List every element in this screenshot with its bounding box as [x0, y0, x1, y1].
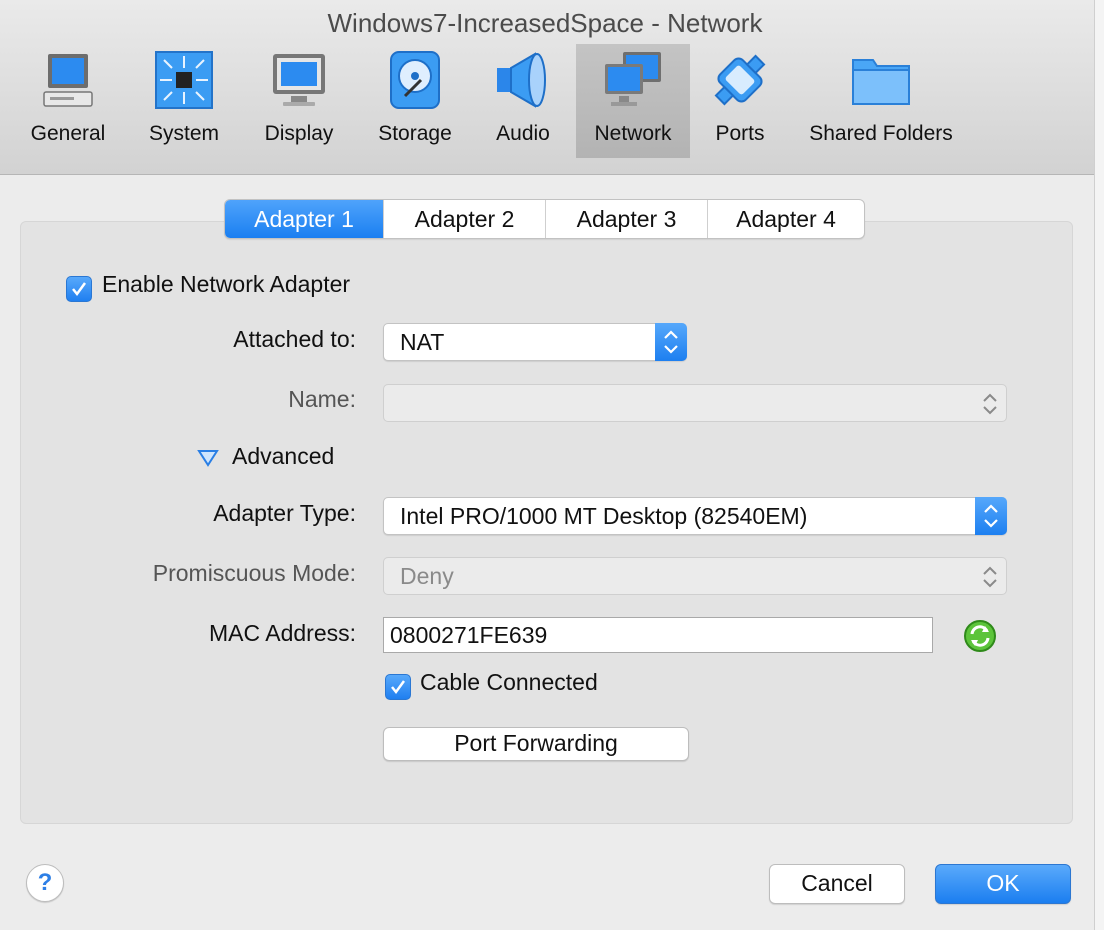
- ok-button[interactable]: OK: [935, 864, 1071, 904]
- promiscuous-mode-label: Promiscuous Mode:: [152, 560, 356, 586]
- name-label: Name:: [288, 386, 356, 412]
- mac-address-input[interactable]: 0800271FE639: [383, 617, 933, 653]
- toolbar-item-ports[interactable]: Ports: [704, 44, 776, 158]
- refresh-mac-icon[interactable]: [963, 619, 997, 653]
- network-icon: [605, 52, 661, 106]
- toolbar-item-label: Network: [594, 122, 672, 145]
- advanced-label[interactable]: Advanced: [232, 443, 334, 470]
- popup-arrows-icon: [983, 566, 997, 588]
- toolbar-item-label: Ports: [715, 122, 765, 145]
- checkmark-icon: [72, 282, 87, 297]
- settings-toolbar: Windows7-IncreasedSpace - Network Genera…: [0, 0, 1095, 175]
- adapter-type-value: Intel PRO/1000 MT Desktop (82540EM): [400, 503, 808, 529]
- mac-address-label: MAC Address:: [209, 620, 356, 646]
- tab-adapter-2[interactable]: Adapter 2: [384, 200, 546, 238]
- mac-address-value: 0800271FE639: [390, 622, 548, 648]
- toolbar-item-label: Display: [264, 122, 334, 145]
- adapter-type-label: Adapter Type:: [213, 500, 356, 526]
- help-button[interactable]: ?: [26, 864, 64, 902]
- folder-icon: [852, 59, 910, 105]
- enable-adapter-label: Enable Network Adapter: [102, 271, 351, 297]
- cancel-button[interactable]: Cancel: [769, 864, 905, 904]
- speaker-icon: [497, 52, 546, 108]
- popup-arrows-icon: [975, 497, 1007, 535]
- toolbar-item-label: Shared Folders: [809, 122, 953, 145]
- name-select[interactable]: [383, 384, 1007, 422]
- toolbar-item-audio[interactable]: Audio: [488, 44, 558, 158]
- toolbar-item-label: System: [148, 122, 219, 145]
- promiscuous-mode-select[interactable]: Deny: [383, 557, 1007, 595]
- monitor-icon: [273, 54, 325, 106]
- tab-adapter-3[interactable]: Adapter 3: [546, 200, 708, 238]
- enable-adapter-checkbox[interactable]: [66, 276, 92, 302]
- tab-adapter-4[interactable]: Adapter 4: [708, 200, 864, 238]
- disclosure-triangle-icon[interactable]: [197, 448, 219, 468]
- toolbar-item-label: Audio: [496, 122, 550, 145]
- popup-arrows-icon: [983, 393, 997, 415]
- adapter-tabs: Adapter 1 Adapter 2 Adapter 3 Adapter 4: [224, 199, 865, 239]
- cable-connected-label: Cable Connected: [420, 669, 598, 695]
- attached-to-select[interactable]: NAT: [383, 323, 687, 361]
- promiscuous-mode-value: Deny: [400, 563, 454, 589]
- adapter-type-select[interactable]: Intel PRO/1000 MT Desktop (82540EM): [383, 497, 1007, 535]
- attached-to-value: NAT: [400, 329, 445, 355]
- toolbar-item-display[interactable]: Display: [256, 44, 342, 158]
- toolbar-item-network[interactable]: Network: [576, 44, 690, 158]
- serial-port-icon: [714, 54, 766, 106]
- toolbar-item-label: Storage: [378, 122, 452, 145]
- toolbar-item-general[interactable]: General: [24, 44, 112, 158]
- system-chip-icon: [155, 51, 213, 109]
- cable-connected-checkbox[interactable]: [385, 674, 411, 700]
- toolbar-item-storage[interactable]: Storage: [370, 44, 460, 158]
- hard-disk-icon: [390, 51, 440, 109]
- window-edge: [1094, 0, 1104, 930]
- toolbar-item-system[interactable]: System: [141, 44, 227, 158]
- attached-to-label: Attached to:: [233, 326, 356, 352]
- port-forwarding-button[interactable]: Port Forwarding: [383, 727, 689, 761]
- general-icon: [43, 54, 93, 107]
- popup-arrows-icon: [655, 323, 687, 361]
- checkmark-icon: [391, 680, 406, 695]
- window-title: Windows7-IncreasedSpace - Network: [327, 8, 763, 38]
- toolbar-item-shared-folders[interactable]: Shared Folders: [800, 44, 962, 158]
- tab-adapter-1[interactable]: Adapter 1: [225, 200, 384, 238]
- toolbar-item-label: General: [30, 122, 106, 145]
